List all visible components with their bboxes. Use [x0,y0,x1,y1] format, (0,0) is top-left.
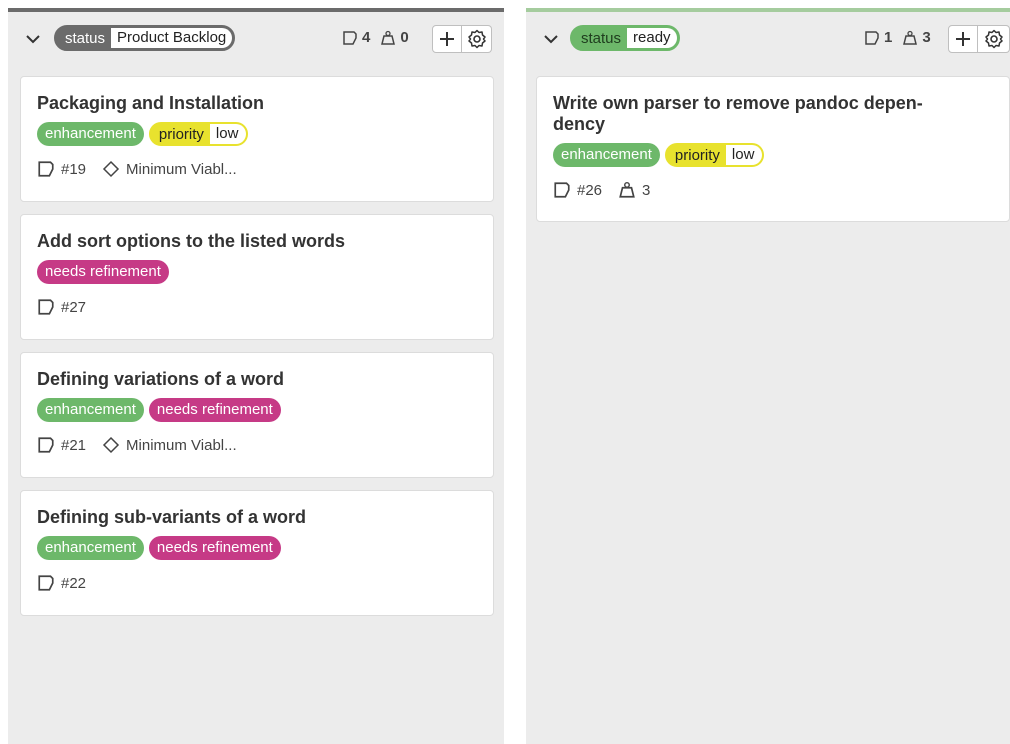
issue-icon [38,299,54,315]
column-stats: 4 0 [342,29,419,46]
status-label-value: Product Backlog [111,28,233,48]
issue-card[interactable]: Write own parser to remove pandoc depen-… [536,76,1010,222]
status-label[interactable]: status ready [570,25,680,51]
issue-title[interactable]: Add sort options to the listed words [37,231,477,252]
column-stats: 1 3 [864,29,941,46]
issue-meta: #26 3 [553,181,993,199]
label-needs-refinement[interactable]: needs refinement [148,536,281,560]
issue-labels: enhancement needs refinement [37,398,477,422]
label-enhancement[interactable]: enhancement [37,122,144,146]
issue-count: 4 [342,29,370,46]
status-label-key: status [581,29,622,47]
milestone-icon [102,436,120,454]
label-priority[interactable]: priority low [664,143,765,167]
issue-labels: needs refinement [37,260,477,284]
add-issue-button[interactable] [948,25,978,53]
issue-icon [554,182,570,198]
status-label-key: status [65,29,106,47]
board-column-ready: status ready 1 3 Write own parser to rem… [526,8,1010,744]
issue-title[interactable]: Write own parser to remove pandoc depen-… [553,93,993,135]
label-priority[interactable]: priority low [148,122,249,146]
add-issue-button[interactable] [432,25,462,53]
issue-card[interactable]: Defining variations of a word enhancemen… [20,352,494,478]
weight-icon [619,181,635,198]
label-enhancement[interactable]: enhancement [553,143,660,167]
issue-title[interactable]: Packaging and Installation [37,93,477,114]
column-settings-button[interactable] [978,25,1010,53]
column-header: status Product Backlog 4 0 [8,12,504,68]
label-enhancement[interactable]: enhancement [37,536,144,560]
column-settings-button[interactable] [462,25,492,53]
issue-title[interactable]: Defining variations of a word [37,369,477,390]
weight-total: 3 [902,29,931,46]
status-label[interactable]: status Product Backlog [54,25,236,51]
issue-labels: enhancement needs refinement [37,536,477,560]
issue-milestone[interactable]: Minimum Viabl... [102,436,237,454]
issue-reference: #22 [37,574,86,592]
label-needs-refinement[interactable]: needs refinement [148,398,281,422]
issue-reference: #26 [553,181,602,199]
issue-weight: 3 [618,181,650,199]
status-label-value: ready [627,28,677,48]
issue-reference: #27 [37,298,86,316]
issue-card[interactable]: Add sort options to the listed words nee… [20,214,494,340]
issue-meta: #22 [37,574,477,592]
chevron-down-icon[interactable] [24,32,42,46]
issue-labels: enhancement priority low [553,143,993,167]
issue-reference: #21 [37,436,86,454]
issue-meta: #21 Minimum Viabl... [37,436,477,454]
label-needs-refinement[interactable]: needs refinement [37,260,169,284]
weight-icon [903,30,918,45]
issue-meta: #27 [37,298,477,316]
issue-count: 1 [864,29,892,46]
column-header: status ready 1 3 [526,12,1010,68]
issue-icon [38,575,54,591]
issue-labels: enhancement priority low [37,122,477,146]
issue-icon [343,30,357,45]
issue-icon [865,30,879,45]
issue-card[interactable]: Defining sub-variants of a word enhancem… [20,490,494,616]
chevron-down-icon[interactable] [542,32,560,46]
issue-card[interactable]: Packaging and Installation enhancement p… [20,76,494,202]
weight-total: 0 [380,29,409,46]
board-column-product-backlog: status Product Backlog 4 0 Packaging and… [8,8,504,744]
plus-icon [440,32,454,46]
issue-meta: #19 Minimum Viabl... [37,160,477,178]
issue-icon [38,437,54,453]
weight-icon [381,30,396,45]
gear-icon [467,29,486,49]
issue-icon [38,161,54,177]
issue-reference: #19 [37,160,86,178]
issue-title[interactable]: Defining sub-variants of a word [37,507,477,528]
issue-milestone[interactable]: Minimum Viabl... [102,160,237,178]
milestone-icon [102,160,120,178]
plus-icon [956,32,970,46]
label-enhancement[interactable]: enhancement [37,398,144,422]
gear-icon [984,29,1003,49]
